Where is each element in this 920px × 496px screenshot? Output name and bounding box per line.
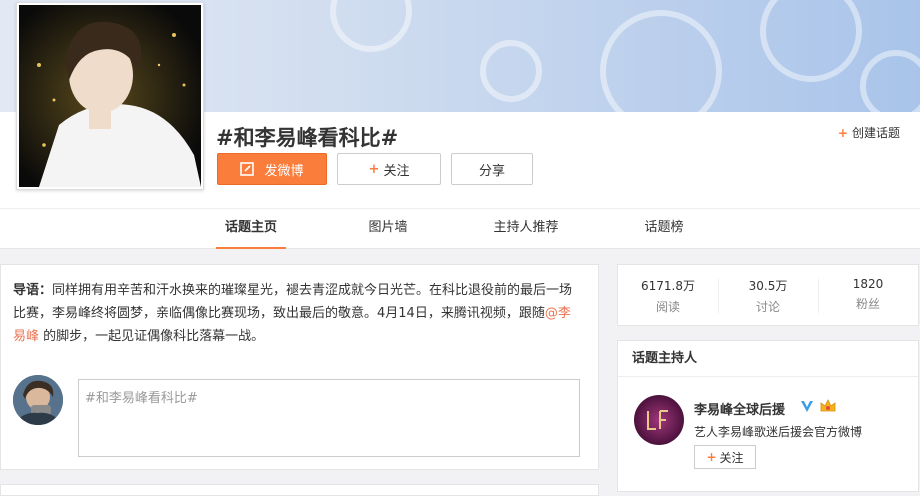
compose-textarea[interactable]: #和李易峰看科比# bbox=[78, 379, 580, 457]
topic-intro: 导语：同样拥有用辛苦和汗水换来的璀璨星光，褪去青涩成就今日光芒。在科比退役前的最… bbox=[13, 279, 579, 348]
tab-topic-ranking[interactable]: 话题榜 bbox=[636, 209, 692, 247]
plus-icon: + bbox=[368, 161, 380, 177]
host-follow-button[interactable]: + 关注 bbox=[694, 445, 756, 469]
crown-icon bbox=[820, 399, 836, 412]
follow-topic-button[interactable]: + 关注 bbox=[337, 153, 441, 185]
banner-decoration bbox=[480, 40, 542, 102]
intro-lead: 导语： bbox=[13, 283, 53, 298]
current-user-avatar[interactable] bbox=[13, 375, 63, 425]
topic-cover-image bbox=[16, 2, 204, 190]
share-topic-button[interactable]: 分享 bbox=[451, 153, 533, 185]
tab-host-recommend[interactable]: 主持人推荐 bbox=[486, 209, 566, 247]
stat-fans: 1820 粉丝 bbox=[818, 277, 918, 312]
host-name[interactable]: 李易峰全球后援 bbox=[694, 399, 785, 418]
banner-decoration bbox=[760, 0, 862, 82]
verified-icon bbox=[801, 401, 813, 412]
edit-icon bbox=[240, 162, 255, 176]
host-description: 艺人李易峰歌迷后援会官方微博 bbox=[694, 425, 863, 439]
plus-icon: + bbox=[706, 450, 717, 464]
topic-tabs: 话题主页 图片墙 主持人推荐 话题榜 bbox=[0, 208, 920, 249]
banner-decoration bbox=[330, 0, 412, 52]
host-follow-label: 关注 bbox=[719, 450, 744, 465]
follow-topic-label: 关注 bbox=[383, 163, 410, 179]
create-topic-label: 创建话题 bbox=[851, 126, 900, 140]
topic-stats-card: 6171.8万 阅读 30.5万 讨论 1820 粉丝 bbox=[617, 264, 919, 326]
post-weibo-button[interactable]: 发微博 bbox=[217, 153, 327, 185]
banner-decoration bbox=[860, 50, 920, 112]
stat-value: 1820 bbox=[852, 277, 884, 291]
stat-label: 阅读 bbox=[655, 300, 680, 314]
compose-placeholder: #和李易峰看科比# bbox=[85, 391, 198, 406]
tab-topic-home[interactable]: 话题主页 bbox=[216, 209, 286, 249]
stat-label: 粉丝 bbox=[855, 297, 880, 311]
share-topic-label: 分享 bbox=[478, 163, 505, 179]
plus-icon: + bbox=[837, 126, 848, 140]
host-section-title: 话题主持人 bbox=[618, 341, 918, 377]
stat-discussions: 30.5万 讨论 bbox=[718, 277, 818, 315]
post-weibo-label: 发微博 bbox=[264, 163, 304, 179]
create-topic-link[interactable]: + 创建话题 bbox=[838, 124, 900, 141]
banner-decoration bbox=[600, 10, 722, 112]
topic-title: #和李易峰看科比# bbox=[216, 126, 399, 150]
stat-reads: 6171.8万 阅读 bbox=[618, 277, 718, 315]
stat-label: 讨论 bbox=[755, 300, 780, 314]
intro-text-after: 的脚步，一起见证偶像科比落幕一战。 bbox=[43, 329, 265, 344]
topic-host-card: 话题主持人 李易峰全球后援 艺人李易峰歌迷后援会官方微博 + 关注 bbox=[617, 340, 919, 492]
stat-value: 30.5万 bbox=[748, 279, 788, 293]
stat-value: 6171.8万 bbox=[641, 279, 695, 293]
feed-card-edge bbox=[0, 484, 599, 496]
topic-intro-card: 导语：同样拥有用辛苦和汗水换来的璀璨星光，褪去青涩成就今日光芒。在科比退役前的最… bbox=[0, 264, 599, 470]
host-avatar[interactable] bbox=[634, 395, 684, 445]
intro-text-before: 同样拥有用辛苦和汗水换来的璀璨星光，褪去青涩成就今日光芒。在科比退役前的最后一场… bbox=[13, 283, 573, 321]
tab-photo-wall[interactable]: 图片墙 bbox=[360, 209, 416, 247]
